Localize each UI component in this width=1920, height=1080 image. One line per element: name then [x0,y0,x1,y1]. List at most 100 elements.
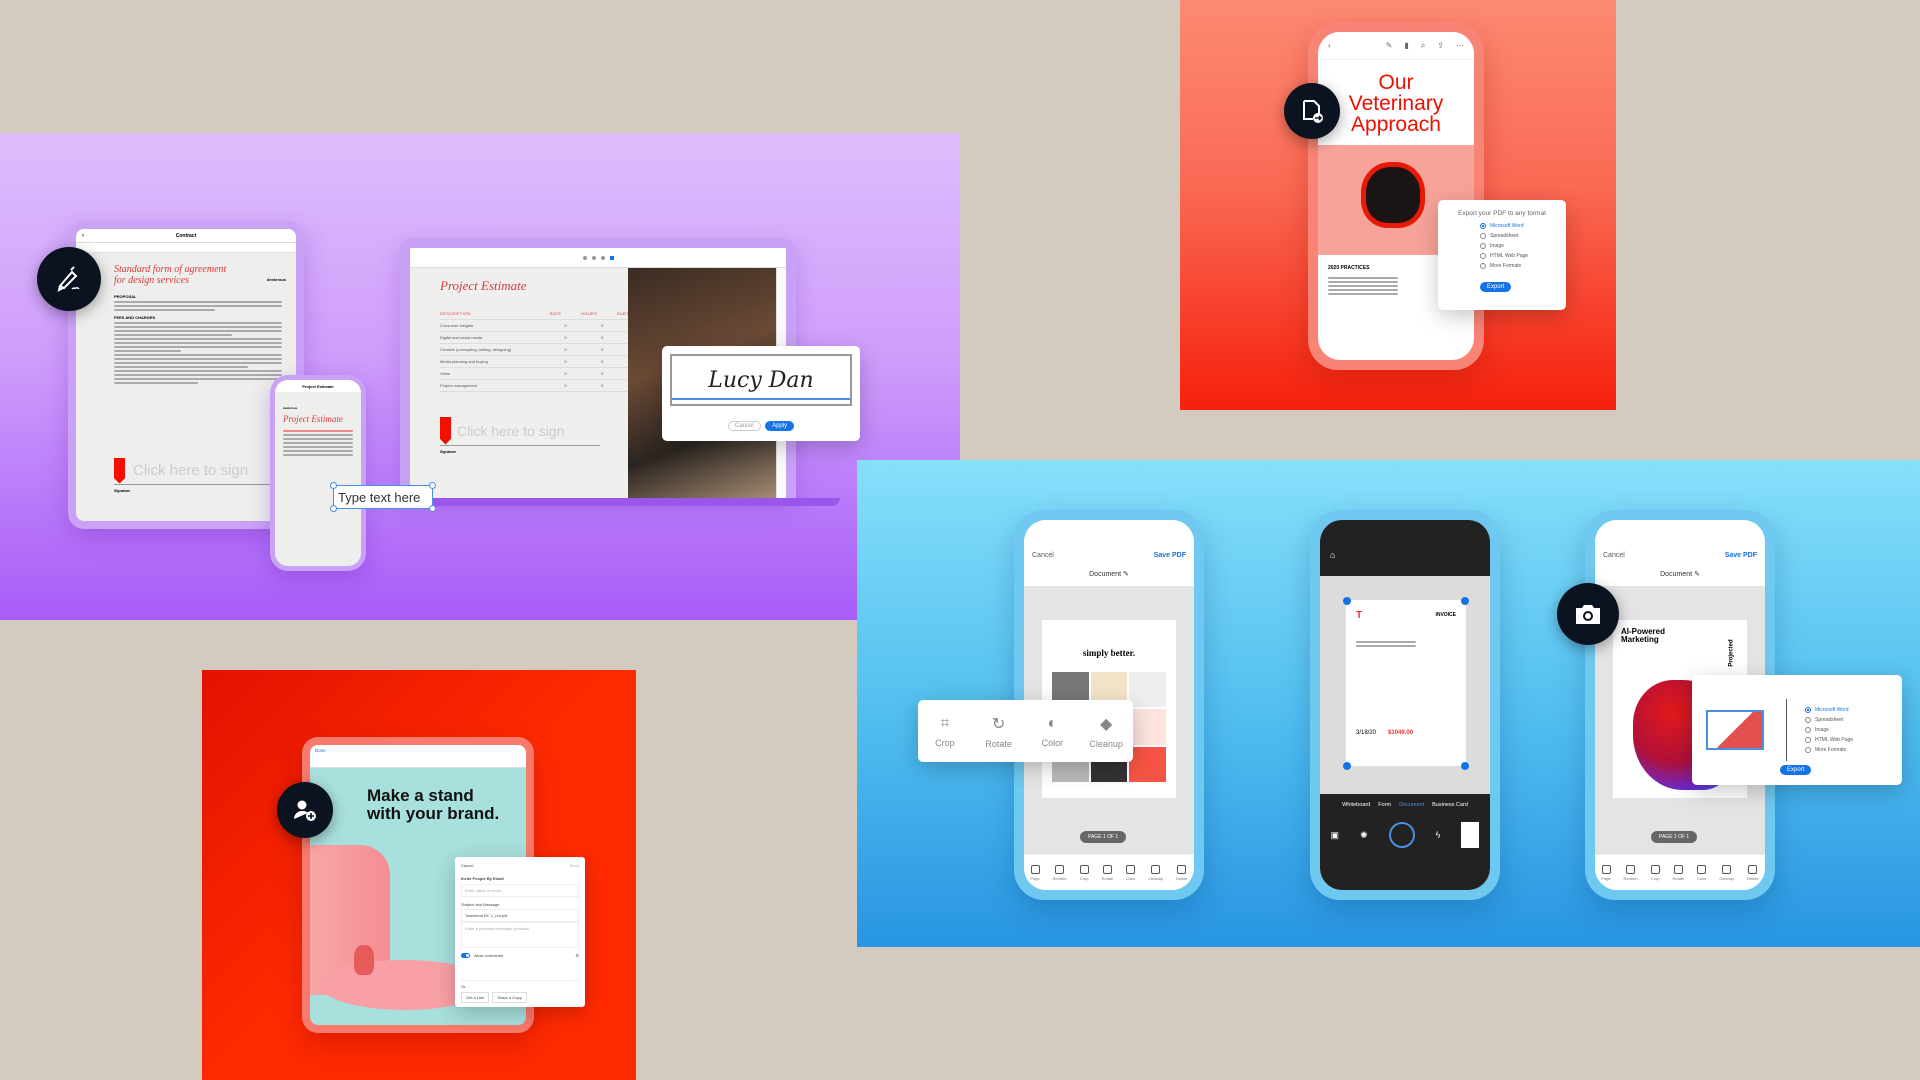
send-button[interactable]: Send [570,863,579,868]
capture-mode-tab[interactable]: Document [1399,802,1424,808]
edit-pencil-icon: ✎ [1122,571,1129,578]
message-input[interactable]: Enter a personal message (optional) [461,922,579,948]
signature-pad[interactable]: Lucy Dan [670,354,852,406]
tool-icon [1626,864,1636,874]
document-title[interactable]: Document ✎ [1595,570,1765,578]
crop-handle[interactable] [1461,597,1469,605]
more-icon[interactable]: ⋯ [1456,41,1464,50]
home-icon[interactable]: ⌂ [1330,550,1335,560]
tool-icon [1055,864,1065,874]
share-icon[interactable]: ⇪ [1437,41,1444,50]
capture-mode-tab[interactable]: Whiteboard [1342,802,1370,808]
page-indicator: PAGE 1 OF 1 [1080,831,1127,843]
share-copy-button[interactable]: Share a Copy [492,992,527,1003]
gear-icon[interactable]: ⚙ [575,953,579,958]
crop-handle[interactable] [1343,762,1351,770]
auto-capture-icon[interactable]: ✺ [1360,830,1368,841]
crop-tool[interactable]: ⌗ Crop [919,715,971,748]
edit-pencil-icon: ✎ [1693,571,1700,578]
radio-icon[interactable] [1480,263,1486,269]
estimate-row: Media planning and buying000 [440,356,640,368]
signature-label: Signature [114,489,131,493]
laptop-sign-field[interactable]: Click here to sign [440,416,600,446]
crop-handle[interactable] [1343,597,1351,605]
radio-icon[interactable] [1480,243,1486,249]
format-option[interactable]: HTML Web Page [1480,253,1554,259]
format-option[interactable]: Spreadsheet [1805,717,1853,723]
rotate-tool[interactable]: ↻ Rotate [973,714,1025,749]
apply-button[interactable]: Apply [765,421,795,431]
section-heading: FEES AND CHARGES [114,315,156,320]
crop-handle[interactable] [1461,762,1469,770]
format-option[interactable]: More Formats [1805,747,1853,753]
comment-icon[interactable]: ✎ [1386,41,1393,50]
toolbar-item[interactable]: Page [1601,864,1611,881]
radio-icon[interactable] [1805,727,1811,733]
toolbar-item[interactable]: Delete [1747,864,1759,881]
format-option[interactable]: Image [1480,243,1554,249]
flash-icon[interactable]: ϟ [1436,830,1441,840]
crop-icon: ⌗ [940,714,950,732]
cancel-button[interactable]: Cancel [1032,552,1054,559]
save-pdf-button[interactable]: Save PDF [1725,552,1757,559]
cancel-button[interactable]: Cancel [1603,552,1625,559]
radio-icon[interactable] [1805,717,1811,723]
radio-icon[interactable] [1805,737,1811,743]
phone-title: Project Estimate [275,380,361,392]
capture-mode-tab[interactable]: Form [1378,802,1391,808]
back-icon[interactable]: ‹ [1328,41,1331,50]
toolbar-item[interactable]: Color [1697,864,1707,881]
email-input[interactable]: Enter name or email... [461,884,579,897]
back-icon[interactable]: ‹ [82,233,84,239]
toolbar-item[interactable]: Cleanup [1148,864,1163,881]
search-icon[interactable]: ⌕ [1421,41,1425,51]
get-link-button[interactable]: Get a Link [461,992,490,1003]
format-option[interactable]: Image [1805,727,1853,733]
export-button[interactable]: Export [1480,282,1512,292]
format-option[interactable]: More Formats [1480,263,1554,269]
toolbar-item[interactable]: Cleanup [1719,864,1734,881]
shutter-button[interactable] [1388,822,1415,848]
toolbar-item[interactable]: Color [1126,864,1136,881]
tool-icon [1697,864,1707,874]
radio-icon[interactable] [1805,747,1811,753]
format-option[interactable]: Microsoft Word [1480,223,1554,229]
radio-icon[interactable] [1480,233,1486,239]
tool-icon [1079,864,1089,874]
cancel-button[interactable]: Cancel [727,421,761,431]
allow-comments-toggle[interactable] [461,953,470,958]
toolbar-item[interactable]: Delete [1176,864,1188,881]
color-tool[interactable]: ◐ Color [1026,715,1078,748]
sign-field[interactable]: Click here to sign [114,457,288,485]
format-option[interactable]: HTML Web Page [1805,737,1853,743]
cleanup-tool[interactable]: ◆ Cleanup [1080,714,1132,749]
gallery-icon[interactable]: ▣ [1331,830,1340,841]
done-button[interactable]: Done [310,745,526,758]
radio-icon[interactable] [1480,253,1486,259]
file-icon[interactable]: ▮ [1404,41,1408,50]
thumbnail-preview[interactable] [1461,822,1480,848]
toolbar-item[interactable]: Crop [1650,864,1660,881]
radio-icon[interactable] [1805,707,1811,713]
format-option[interactable]: Spreadsheet [1480,233,1554,239]
toolbar-item[interactable]: Crop [1079,864,1089,881]
format-option[interactable]: Microsoft Word [1805,707,1853,713]
text-field-box[interactable]: Type text here [330,482,436,512]
document-title[interactable]: Document ✎ [1024,570,1194,578]
toolbar-item[interactable]: Page [1030,864,1040,881]
cancel-button[interactable]: Cancel [461,863,473,868]
save-pdf-button[interactable]: Save PDF [1154,552,1186,559]
sign-panel: ‹ Contract Standard form of agreement fo… [0,133,960,620]
radio-icon[interactable] [1480,223,1486,229]
toolbar-item[interactable]: Rotate [1101,864,1113,881]
subject-input[interactable]: Townsend BC 1_rvd.pdf [461,909,579,922]
tablet-device: ‹ Contract Standard form of agreement fo… [68,221,304,529]
invite-label: Invite People By Email [461,876,504,881]
sign-badge [37,247,101,311]
phone-estimate-heading: Project Estimate [283,414,343,424]
toolbar-item[interactable]: Reorder [1623,864,1638,881]
toolbar-item[interactable]: Rotate [1672,864,1684,881]
capture-mode-tab[interactable]: Business Card [1432,802,1468,808]
export-button[interactable]: Export [1780,765,1812,775]
toolbar-item[interactable]: Reorder [1052,864,1067,881]
